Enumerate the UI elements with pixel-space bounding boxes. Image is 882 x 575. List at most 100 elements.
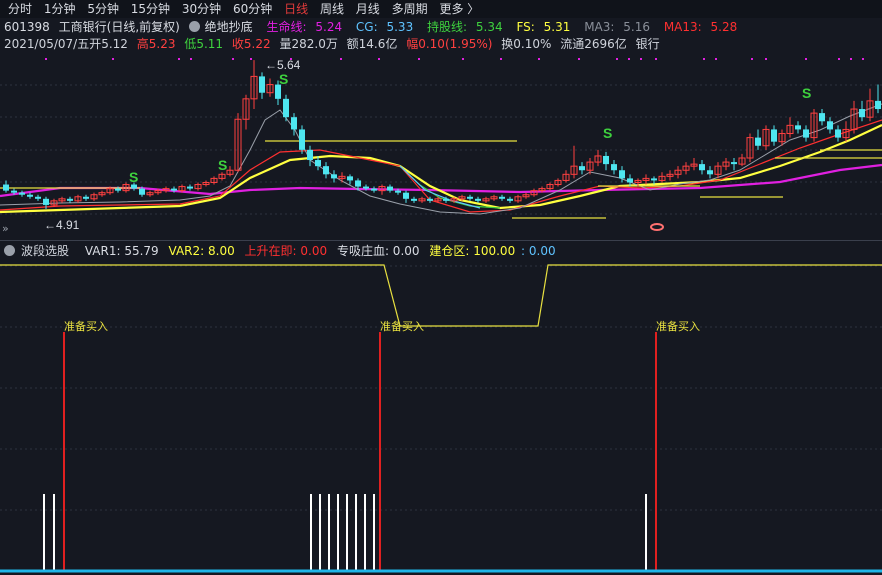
signal-dot [628,58,630,60]
buy-signal-label: 准备买入 [380,319,424,333]
candle-body [875,100,881,110]
signal-dot [715,58,717,60]
signal-dot [538,58,540,60]
candle-body [579,166,585,171]
dropdown-circle-icon [4,245,15,256]
signal-dot [112,58,114,60]
candle-body [67,198,73,201]
candle-body [467,196,473,199]
candle-body [403,192,409,199]
signal-dot [640,58,642,60]
candle-body [387,186,393,191]
candlesticks [3,60,881,209]
candle-body [731,162,737,165]
hold-line [399,165,501,209]
signal-dot [232,58,234,60]
candle-body [139,188,145,195]
buy-signal-label: 准备买入 [656,319,700,333]
low-price-label: ←4.91 [44,218,80,232]
candle-body [499,196,505,199]
expand-arrows-icon[interactable]: » [2,222,9,235]
signal-dot [45,58,47,60]
var1-line [0,264,882,327]
candle-body [395,190,401,193]
candle-body [35,196,41,199]
candle-body [443,198,449,201]
signal-dot [578,58,580,60]
dealer-readout: 专吸庄血: 0.00 [336,244,420,258]
candle-body [755,137,761,146]
candle-body [803,129,809,138]
candle-body [299,129,305,150]
candle-body [315,160,321,167]
signal-dot [340,58,342,60]
candle-body [427,198,433,201]
buy-signal-label: 准备买入 [64,319,108,333]
candle-body [355,180,361,187]
candle-body [307,149,313,161]
candle-body [699,164,705,171]
rising-readout: 上升在即: 0.00 [244,244,328,258]
signal-s-label: S [802,85,811,101]
candle-body [475,198,481,201]
candle-body [371,188,377,191]
signal-s-label: S [218,157,227,173]
signal-dot [655,58,657,60]
candle-body [619,170,625,179]
signal-dot [500,58,502,60]
candle-body [795,125,801,130]
candle-body [651,178,657,181]
candle-body [27,194,33,197]
candle-body [835,129,841,138]
signal-dot [862,58,864,60]
signal-dot [250,58,252,60]
candle-body [3,184,9,191]
chart-grid [0,58,882,511]
candle-body [411,198,417,201]
candle-body [627,178,633,183]
sub-indicator-header: 波段选股 VAR1: 55.79 VAR2: 8.00 上升在即: 0.00 专… [4,243,562,259]
candle-body [771,129,777,142]
signal-s-label: S [279,71,288,87]
signal-dot [178,58,180,60]
signal-s-label: S [129,169,138,185]
pane-divider[interactable] [0,240,882,241]
candle-body [827,121,833,130]
candle-body [43,198,49,205]
candle-body [859,109,865,118]
candle-body [283,98,289,118]
candle-body [331,174,337,179]
signal-dot [418,58,420,60]
kline-chart[interactable]: ←5.64 ←4.91 S S S S S 准备买入 准备买入 准备买入 [0,0,882,575]
signal-dot [703,58,705,60]
candle-body [363,186,369,189]
candle-body [83,196,89,199]
var2-readout: VAR2: 8.00 [168,244,235,258]
var1-readout: VAR1: 55.79 [84,244,159,258]
signal-dot [765,58,767,60]
candle-body [507,198,513,201]
sub-indicator-chart: 准备买入 准备买入 准备买入 [0,264,882,573]
candle-body [291,117,297,130]
signal-dot [751,58,753,60]
extra-readout: : 0.00 [521,244,556,258]
candle-body [115,188,121,191]
signal-s-label: S [603,125,612,141]
candle-body [611,164,617,171]
build-readout: 建仓区: 100.00 [429,244,516,258]
signal-dot [190,58,192,60]
candle-body [171,188,177,191]
candle-body [187,186,193,189]
candle-body [323,166,329,175]
marker-icon [650,223,664,231]
signal-dot [462,58,464,60]
signal-dot [378,58,380,60]
signal-dot [850,58,852,60]
candle-body [347,176,353,181]
signal-dot [616,58,618,60]
candle-body [259,76,265,93]
signal-dot [805,58,807,60]
candle-body [707,170,713,175]
sub-formula-selector[interactable]: 波段选股 [4,244,75,258]
candle-body [131,184,137,189]
